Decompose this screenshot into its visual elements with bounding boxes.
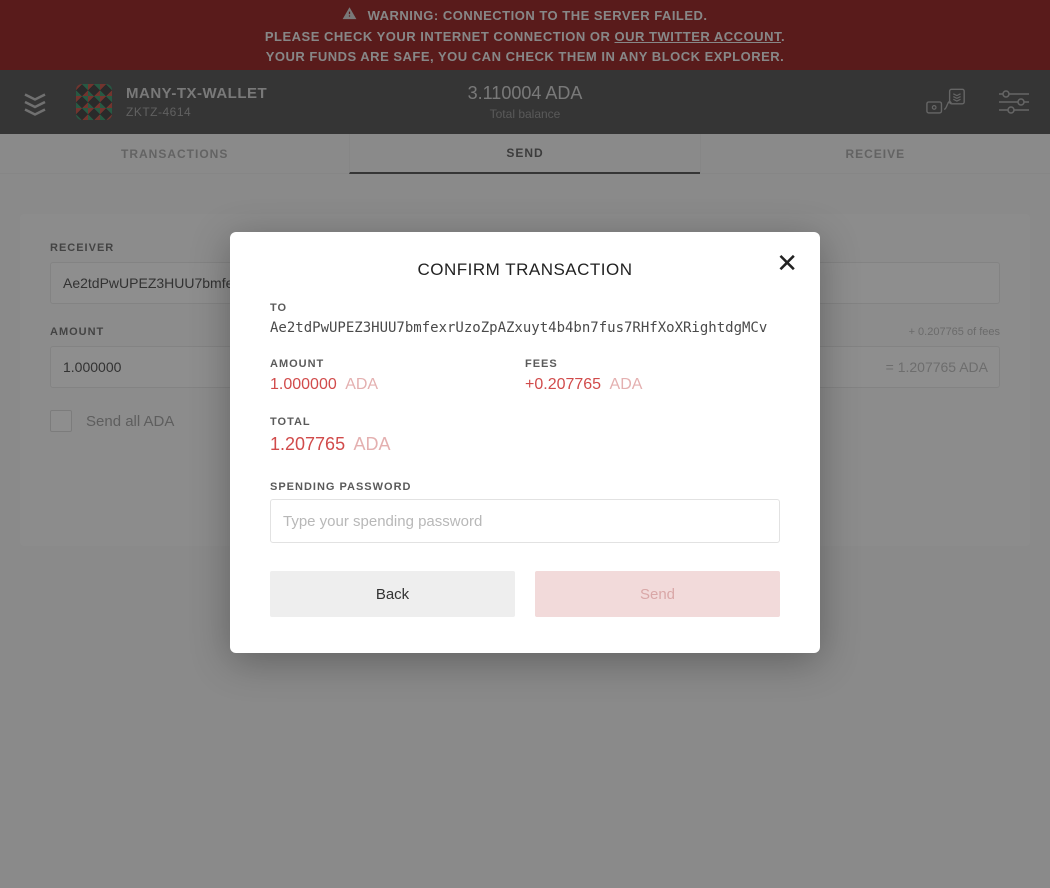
- modal-overlay[interactable]: CONFIRM TRANSACTION ✕ TO Ae2tdPwUPEZ3HUU…: [0, 0, 1050, 888]
- modal-fees-currency: ADA: [610, 376, 643, 393]
- modal-fees-label: FEES: [525, 358, 780, 370]
- send-button[interactable]: Send: [535, 571, 780, 617]
- modal-total-value: 1.207765: [270, 434, 345, 454]
- modal-amount-value: 1.000000: [270, 376, 337, 393]
- modal-total-label: TOTAL: [270, 416, 780, 428]
- modal-amount-label: AMOUNT: [270, 358, 525, 370]
- modal-amount-currency: ADA: [345, 376, 378, 393]
- modal-title: CONFIRM TRANSACTION: [270, 260, 780, 280]
- modal-total-currency: ADA: [354, 434, 391, 454]
- confirm-transaction-dialog: CONFIRM TRANSACTION ✕ TO Ae2tdPwUPEZ3HUU…: [230, 232, 820, 653]
- modal-fees-value: +0.207765: [525, 376, 601, 393]
- spending-password-label: SPENDING PASSWORD: [270, 481, 780, 493]
- close-icon[interactable]: ✕: [776, 250, 798, 276]
- back-button[interactable]: Back: [270, 571, 515, 617]
- to-address: Ae2tdPwUPEZ3HUU7bmfexrUzoZpAZxuyt4b4bn7f…: [270, 320, 780, 336]
- to-label: TO: [270, 302, 780, 314]
- spending-password-input[interactable]: [270, 499, 780, 543]
